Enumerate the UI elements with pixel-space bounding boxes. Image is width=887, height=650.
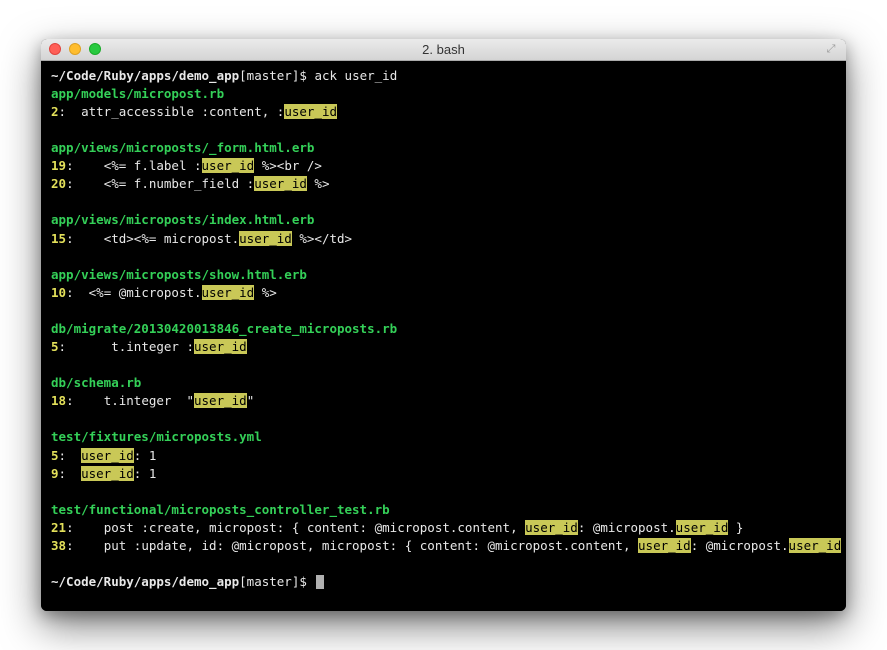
code-text: : (59, 448, 82, 463)
result-filepath: test/functional/microposts_controller_te… (51, 501, 836, 519)
code-text: : t.integer " (66, 393, 194, 408)
code-text: %> (254, 285, 277, 300)
code-text: %><br /> (254, 158, 322, 173)
cursor-icon (316, 575, 324, 589)
code-text: %> (307, 176, 330, 191)
code-text: : 1 (134, 448, 157, 463)
code-text: : attr_accessible :content, : (59, 104, 285, 119)
result-line: 20: <%= f.number_field :user_id %> (51, 175, 836, 193)
result-filepath: test/fixtures/microposts.yml (51, 428, 836, 446)
prompt-path: ~/Code/Ruby/apps/demo_app (51, 574, 239, 589)
line-number: 10 (51, 285, 66, 300)
traffic-lights (49, 43, 101, 55)
result-line: 15: <td><%= micropost.user_id %></td> (51, 230, 836, 248)
result-filepath: app/views/microposts/index.html.erb (51, 211, 836, 229)
minimize-icon[interactable] (69, 43, 81, 55)
search-match: user_id (202, 285, 255, 300)
blank-line (51, 302, 836, 320)
blank-line (51, 121, 836, 139)
code-text: : put :update, id: @micropost, micropost… (66, 538, 638, 553)
result-filepath: app/views/microposts/show.html.erb (51, 266, 836, 284)
prompt-symbol: $ (299, 574, 314, 589)
code-text: : post :create, micropost: { content: @m… (66, 520, 525, 535)
code-text: : @micropost. (578, 520, 676, 535)
code-text: } (841, 538, 846, 553)
code-text: : @micropost. (691, 538, 789, 553)
code-text: } (728, 520, 743, 535)
search-match: user_id (525, 520, 578, 535)
result-line: 5: t.integer :user_id (51, 338, 836, 356)
result-filepath: app/models/micropost.rb (51, 85, 836, 103)
line-number: 19 (51, 158, 66, 173)
search-match: user_id (284, 104, 337, 119)
code-text: : <td><%= micropost. (66, 231, 239, 246)
line-number: 38 (51, 538, 66, 553)
search-match: user_id (81, 466, 134, 481)
result-line: 21: post :create, micropost: { content: … (51, 519, 836, 537)
line-number: 9 (51, 466, 59, 481)
search-match: user_id (194, 393, 247, 408)
git-branch: [master] (239, 68, 299, 83)
blank-line (51, 483, 836, 501)
git-branch: [master] (239, 574, 299, 589)
line-number: 5 (51, 448, 59, 463)
blank-line (51, 410, 836, 428)
command-text: ack user_id (314, 68, 397, 83)
blank-line (51, 193, 836, 211)
close-icon[interactable] (49, 43, 61, 55)
code-text: %></td> (292, 231, 352, 246)
result-filepath: db/migrate/20130420013846_create_micropo… (51, 320, 836, 338)
result-line: 2: attr_accessible :content, :user_id (51, 103, 836, 121)
result-line: 19: <%= f.label :user_id %><br /> (51, 157, 836, 175)
line-number: 5 (51, 339, 59, 354)
search-match: user_id (676, 520, 729, 535)
result-line: 10: <%= @micropost.user_id %> (51, 284, 836, 302)
code-text: : 1 (134, 466, 157, 481)
result-filepath: db/schema.rb (51, 374, 836, 392)
result-line: 38: put :update, id: @micropost, micropo… (51, 537, 836, 555)
line-number: 20 (51, 176, 66, 191)
code-text: : <%= f.number_field : (66, 176, 254, 191)
terminal-body[interactable]: ~/Code/Ruby/apps/demo_app[master]$ ack u… (41, 61, 846, 612)
line-number: 21 (51, 520, 66, 535)
search-match: user_id (638, 538, 691, 553)
fullscreen-icon[interactable]: ⤢ (824, 42, 838, 56)
code-text: " (247, 393, 255, 408)
search-match: user_id (254, 176, 307, 191)
blank-line (51, 248, 836, 266)
result-filepath: app/views/microposts/_form.html.erb (51, 139, 836, 157)
result-line: 5: user_id: 1 (51, 447, 836, 465)
blank-line (51, 555, 836, 573)
prompt-line: ~/Code/Ruby/apps/demo_app[master]$ ack u… (51, 67, 836, 85)
search-match: user_id (194, 339, 247, 354)
line-number: 18 (51, 393, 66, 408)
code-text: : (59, 466, 82, 481)
search-match: user_id (789, 538, 842, 553)
result-line: 9: user_id: 1 (51, 465, 836, 483)
titlebar[interactable]: 2. bash ⤢ (41, 39, 846, 61)
result-line: 18: t.integer "user_id" (51, 392, 836, 410)
blank-line (51, 356, 836, 374)
zoom-icon[interactable] (89, 43, 101, 55)
search-match: user_id (202, 158, 255, 173)
search-match: user_id (239, 231, 292, 246)
prompt-symbol: $ (299, 68, 314, 83)
window-title: 2. bash (41, 42, 846, 57)
code-text: : <%= @micropost. (66, 285, 201, 300)
prompt-line: ~/Code/Ruby/apps/demo_app[master]$ (51, 573, 836, 591)
code-text: : <%= f.label : (66, 158, 201, 173)
terminal-window: 2. bash ⤢ ~/Code/Ruby/apps/demo_app[mast… (41, 39, 846, 612)
search-match: user_id (81, 448, 134, 463)
line-number: 2 (51, 104, 59, 119)
code-text: : t.integer : (59, 339, 194, 354)
prompt-path: ~/Code/Ruby/apps/demo_app (51, 68, 239, 83)
line-number: 15 (51, 231, 66, 246)
